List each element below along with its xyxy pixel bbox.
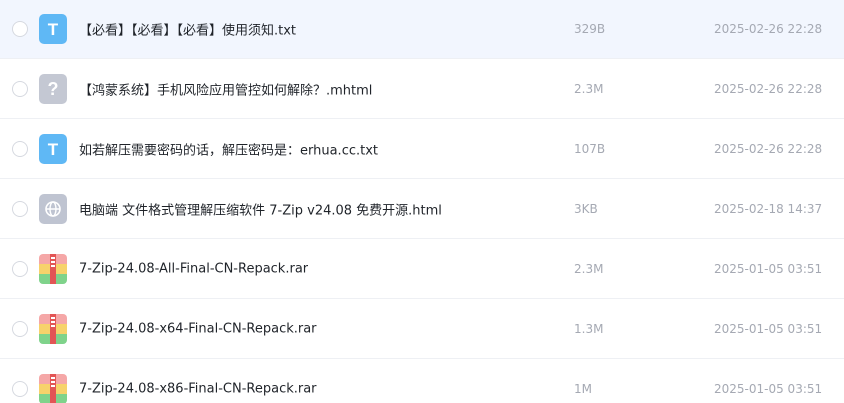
row-checkbox[interactable] xyxy=(12,381,28,397)
globe-file-icon xyxy=(39,194,67,224)
file-size: 1.3M xyxy=(574,322,604,336)
file-row[interactable]: T 如若解压需要密码的话，解压密码是：erhua.cc.txt 107B 202… xyxy=(0,120,844,179)
file-size: 3KB xyxy=(574,202,598,216)
file-date: 2025-02-18 14:37 xyxy=(714,202,823,216)
file-date: 2025-02-26 22:28 xyxy=(714,22,823,36)
txt-file-icon: T xyxy=(39,14,67,44)
file-row[interactable]: 7-Zip-24.08-x64-Final-CN-Repack.rar 1.3M… xyxy=(0,300,844,359)
file-size: 1M xyxy=(574,382,592,396)
file-size: 2.3M xyxy=(574,82,604,96)
row-checkbox[interactable] xyxy=(12,261,28,277)
file-row[interactable]: T 【必看】【必看】【必看】使用须知.txt 329B 2025-02-26 2… xyxy=(0,0,844,59)
row-checkbox[interactable] xyxy=(12,141,28,157)
file-name[interactable]: 【必看】【必看】【必看】使用须知.txt xyxy=(79,20,296,39)
file-date: 2025-01-05 03:51 xyxy=(714,382,823,396)
file-date: 2025-01-05 03:51 xyxy=(714,322,823,336)
file-name[interactable]: 7-Zip-24.08-All-Final-CN-Repack.rar xyxy=(79,262,308,277)
file-size: 329B xyxy=(574,22,606,36)
file-row[interactable]: 7-Zip-24.08-x86-Final-CN-Repack.rar 1M 2… xyxy=(0,360,844,403)
row-checkbox[interactable] xyxy=(12,321,28,337)
row-checkbox[interactable] xyxy=(12,81,28,97)
archive-file-icon xyxy=(39,314,67,344)
file-name[interactable]: 如若解压需要密码的话，解压密码是：erhua.cc.txt xyxy=(79,140,378,159)
file-size: 107B xyxy=(574,142,606,156)
file-date: 2025-02-26 22:28 xyxy=(714,82,823,96)
file-row[interactable]: 电脑端 文件格式管理解压缩软件 7-Zip v24.08 免费开源.html 3… xyxy=(0,180,844,239)
row-checkbox[interactable] xyxy=(12,201,28,217)
txt-file-icon: T xyxy=(39,134,67,164)
file-row[interactable]: 7-Zip-24.08-All-Final-CN-Repack.rar 2.3M… xyxy=(0,240,844,299)
file-name[interactable]: 7-Zip-24.08-x64-Final-CN-Repack.rar xyxy=(79,322,317,337)
file-row[interactable]: ? 【鸿蒙系统】手机风险应用管控如何解除？.mhtml 2.3M 2025-02… xyxy=(0,60,844,119)
file-date: 2025-01-05 03:51 xyxy=(714,262,823,276)
file-name[interactable]: 电脑端 文件格式管理解压缩软件 7-Zip v24.08 免费开源.html xyxy=(79,200,442,219)
file-name[interactable]: 【鸿蒙系统】手机风险应用管控如何解除？.mhtml xyxy=(79,80,372,99)
file-name[interactable]: 7-Zip-24.08-x86-Final-CN-Repack.rar xyxy=(79,382,317,397)
unknown-file-icon: ? xyxy=(39,74,67,104)
row-checkbox[interactable] xyxy=(12,21,28,37)
archive-file-icon xyxy=(39,254,67,284)
file-date: 2025-02-26 22:28 xyxy=(714,142,823,156)
file-size: 2.3M xyxy=(574,262,604,276)
archive-file-icon xyxy=(39,374,67,403)
file-list: T 【必看】【必看】【必看】使用须知.txt 329B 2025-02-26 2… xyxy=(0,0,844,403)
